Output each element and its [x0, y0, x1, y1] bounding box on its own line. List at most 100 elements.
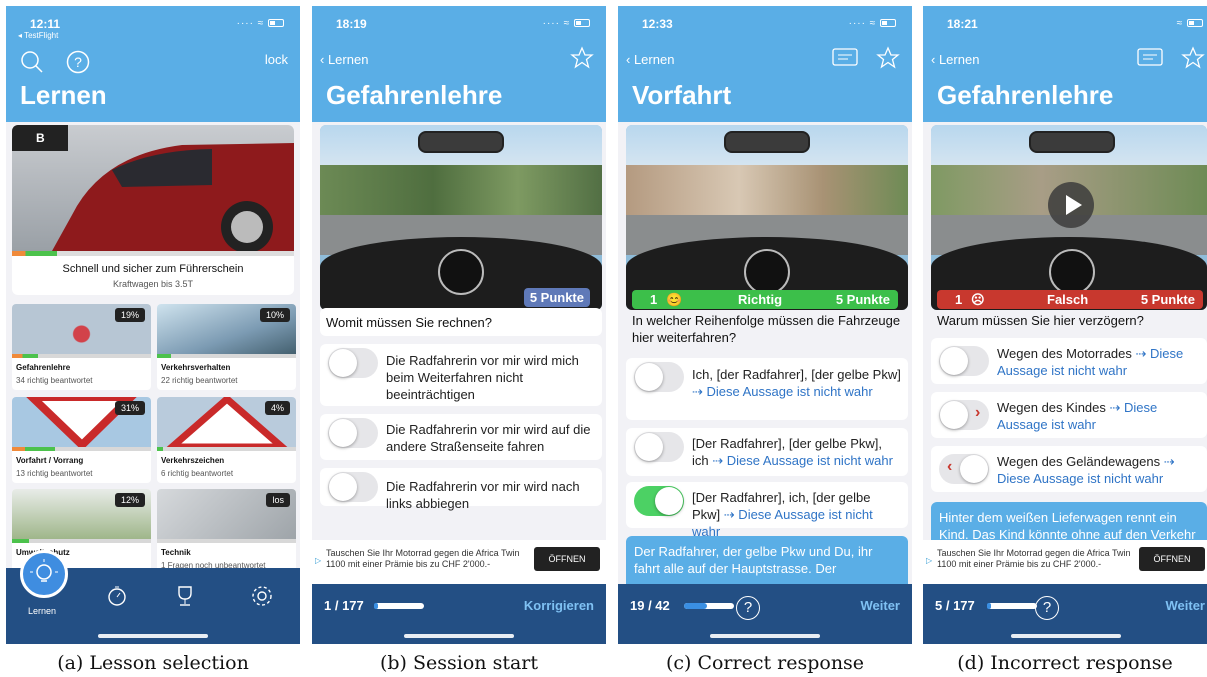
ad-choices-icon[interactable]: ▷: [926, 556, 934, 565]
home-indicator: [98, 634, 208, 638]
page-title: Vorfahrt: [632, 80, 732, 110]
result-count: 1: [955, 292, 963, 307]
answer-text: Ich, [der Radfahrer], [der gelbe Pkw] ⇢ …: [692, 366, 902, 400]
footer-bar: 19 / 42 ? Weiter: [618, 584, 912, 644]
caption: (a) Lesson selection: [57, 652, 249, 674]
play-icon[interactable]: [1047, 181, 1095, 229]
ad-banner[interactable]: ▷ Tauschen Sie Ihr Motorrad gegen die Af…: [923, 540, 1207, 584]
answer-text: Die Radfahrerin vor mir wird mich beim W…: [386, 353, 579, 402]
lesson-name: Vorfahrt / Vorrang: [16, 456, 84, 465]
question-video[interactable]: [931, 125, 1207, 310]
lesson-card-vorfahrt[interactable]: 31% Vorfahrt / Vorrang 13 richtig beantw…: [12, 397, 151, 483]
lesson-percent: 12%: [114, 493, 145, 507]
answer-text: Wegen des Geländewagens ⇢ Diese Aussage …: [997, 453, 1203, 487]
caption: (c) Correct response: [665, 652, 865, 674]
screen-correct-response: 12:33 ···· ≈ ‹ Lernen Vorfahrt 1 😊 Richt…: [618, 6, 912, 644]
answer-toggle[interactable]: [328, 472, 378, 502]
screen-lesson-selection: 12:11 ◂ TestFlight ···· ≈ ? lock Lernen …: [6, 6, 300, 644]
answer-text: [Der Radfahrer], [der gelbe Pkw], ich ⇢ …: [692, 435, 902, 469]
back-button[interactable]: ‹ Lernen: [931, 52, 979, 67]
answer-option[interactable]: [Der Radfahrer], [der gelbe Pkw], ich ⇢ …: [626, 428, 908, 476]
progress-fill: [987, 603, 991, 609]
answer-option[interactable]: ‹ Wegen des Geländewagens ⇢ Diese Aussag…: [931, 446, 1207, 492]
stopwatch-icon[interactable]: [106, 584, 128, 608]
ad-banner[interactable]: ▷ Tauschen Sie Ihr Motorrad gegen die Af…: [312, 540, 606, 584]
back-button[interactable]: ‹ Lernen: [320, 52, 368, 67]
ad-open-button[interactable]: ÖFFNEN: [1139, 547, 1205, 571]
korrigieren-button[interactable]: Korrigieren: [524, 598, 594, 613]
status-time: 18:21: [947, 17, 978, 31]
status-icons: ···· ≈: [849, 18, 896, 29]
screen-incorrect-response: 18:21 ≈ ‹ Lernen Gefahrenlehre 1 ☹ Falsc…: [923, 6, 1207, 644]
class-badge: B: [12, 125, 68, 151]
answer-statement: Wegen des Kindes: [997, 400, 1106, 415]
lesson-percent: los: [266, 493, 290, 507]
arrow-left-icon: ‹: [947, 458, 953, 475]
answer-text: Die Radfahrerin vor mir wird nach links …: [386, 479, 580, 511]
search-icon[interactable]: [20, 50, 44, 74]
points-badge: 5 Punkte: [523, 288, 590, 307]
answer-option[interactable]: › Wegen des Kindes ⇢ Diese Aussage ist w…: [931, 392, 1207, 438]
explanation-box: Der Radfahrer, der gelbe Pkw und Du, ihr…: [626, 536, 908, 584]
answer-option[interactable]: Die Radfahrerin vor mir wird mich beim W…: [320, 344, 602, 406]
answer-verdict-link[interactable]: ⇢ Diese Aussage ist nicht wahr: [692, 384, 873, 399]
tab-lernen[interactable]: [20, 550, 68, 598]
lesson-card-verkehrszeichen[interactable]: 4% Verkehrszeichen 6 richtig beantwortet: [157, 397, 296, 483]
star-icon[interactable]: [876, 46, 900, 70]
ad-open-button[interactable]: ÖFFNEN: [534, 547, 600, 571]
weiter-button[interactable]: Weiter: [1166, 598, 1206, 613]
question-text: Warum müssen Sie hier verzögern?: [937, 313, 1144, 328]
lesson-subtitle: 34 richtig beantwortet: [16, 376, 93, 385]
status-icons: ···· ≈: [543, 18, 590, 29]
status-icons: ≈: [1177, 18, 1203, 29]
help-icon[interactable]: ?: [66, 50, 90, 74]
answer-toggle[interactable]: [328, 348, 378, 378]
trophy-icon[interactable]: [174, 584, 196, 608]
answer-toggle[interactable]: [634, 432, 684, 462]
lesson-card-verkehrsverhalten[interactable]: 10% Verkehrsverhalten 22 richtig beantwo…: [157, 304, 296, 390]
result-label: Falsch: [1047, 292, 1089, 307]
answer-toggle[interactable]: ‹: [939, 454, 989, 484]
ad-choices-icon[interactable]: ▷: [315, 556, 323, 565]
page-title: Lernen: [20, 80, 107, 110]
lesson-card-gefahrenlehre[interactable]: 19% Gefahrenlehre 34 richtig beantwortet: [12, 304, 151, 390]
comment-icon[interactable]: [832, 48, 858, 70]
lesson-subtitle: 13 richtig beantwortet: [16, 469, 93, 478]
answer-verdict-link[interactable]: ⇢ Diese Aussage ist nicht wahr: [712, 453, 893, 468]
help-icon[interactable]: ?: [736, 596, 760, 620]
lesson-card-technik[interactable]: los Technik 1 Fragen noch unbeantwortet: [157, 489, 296, 575]
progress-bar: [987, 603, 1037, 609]
answer-option[interactable]: Die Radfahrerin vor mir wird auf die and…: [320, 414, 602, 460]
answer-toggle[interactable]: ›: [939, 400, 989, 430]
hero-subtitle: Kraftwagen bis 3.5T: [112, 279, 194, 289]
answer-option[interactable]: Wegen des Motorrades ⇢ Diese Aussage ist…: [931, 338, 1207, 384]
lesson-name: Verkehrszeichen: [161, 456, 225, 465]
hero-card[interactable]: B Schnell und sicher zum Führerschein Kr…: [12, 125, 294, 295]
home-indicator: [710, 634, 820, 638]
answer-toggle[interactable]: [634, 486, 684, 516]
back-button[interactable]: ‹ Lernen: [626, 52, 674, 67]
help-icon[interactable]: ?: [1035, 596, 1059, 620]
svg-text:?: ?: [74, 54, 82, 70]
question-counter: 19 / 42: [630, 598, 670, 613]
comment-icon[interactable]: [1137, 48, 1163, 70]
weiter-button[interactable]: Weiter: [861, 598, 901, 613]
answer-option[interactable]: Ich, [der Radfahrer], [der gelbe Pkw] ⇢ …: [626, 358, 908, 420]
gear-icon[interactable]: [250, 584, 274, 608]
lock-button[interactable]: lock: [265, 52, 288, 67]
answer-toggle[interactable]: [939, 346, 989, 376]
star-icon[interactable]: [570, 46, 594, 70]
hero-title: Schnell und sicher zum Führerschein: [62, 263, 244, 275]
answer-statement: Wegen des Geländewagens: [997, 454, 1161, 469]
answer-toggle[interactable]: [328, 418, 378, 448]
testflight-back[interactable]: ◂ TestFlight: [18, 31, 58, 40]
answer-verdict-link[interactable]: ⇢ Diese Aussage ist nicht wahr: [692, 507, 873, 539]
answer-option[interactable]: Die Radfahrerin vor mir wird nach links …: [320, 468, 602, 511]
answer-option[interactable]: [Der Radfahrer], ich, [der gelbe Pkw] ⇢ …: [626, 482, 908, 539]
header: 12:33 ···· ≈ ‹ Lernen Vorfahrt: [618, 6, 912, 122]
answer-toggle[interactable]: [634, 362, 684, 392]
progress-bar: [374, 603, 424, 609]
page-title: Gefahrenlehre: [937, 80, 1114, 110]
star-icon[interactable]: [1181, 46, 1205, 70]
question-video[interactable]: [320, 125, 602, 310]
